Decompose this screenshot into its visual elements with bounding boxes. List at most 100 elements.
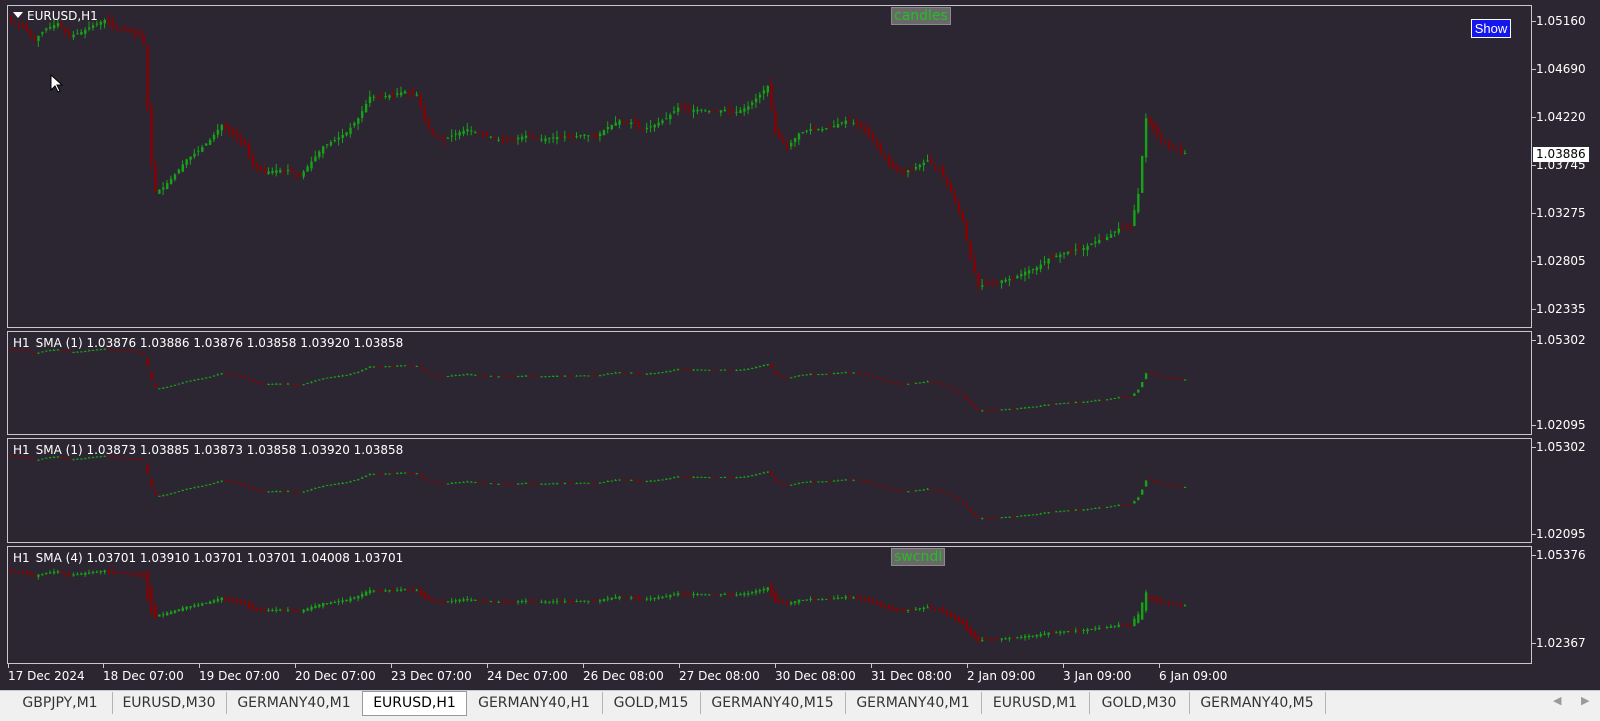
bull-candle: [177, 609, 181, 612]
tab-eurusd-m1[interactable]: EURUSD,M1: [981, 692, 1090, 714]
bull-candle: [645, 481, 649, 483]
bull-candle: [1141, 489, 1144, 495]
bull-candle: [1055, 403, 1058, 405]
bull-candle: [166, 494, 169, 496]
bull-candle: [825, 481, 828, 483]
bear-candle: [294, 491, 298, 493]
bear-candle: [1180, 604, 1183, 606]
symbol-title[interactable]: EURUSD,H1: [13, 9, 98, 23]
bull-candle: [563, 375, 567, 377]
bull-candle: [462, 130, 465, 134]
bull-candle: [520, 600, 524, 603]
bull-candle: [450, 375, 454, 377]
indicator-3-scale[interactable]: 1.05376 1.02367: [1532, 546, 1600, 664]
bear-candle: [957, 499, 961, 501]
bull-candle: [1035, 634, 1039, 637]
time-label: 18 Dec 07:00: [103, 664, 184, 683]
bear-candle: [770, 83, 773, 110]
tab-eurusd-h1[interactable]: EURUSD,H1: [362, 691, 467, 716]
bear-candle: [891, 489, 894, 491]
bear-candle: [431, 374, 434, 376]
bear-candle: [154, 164, 157, 192]
bear-candle: [957, 202, 961, 212]
tab-eurusd-m30[interactable]: EURUSD,M30: [112, 692, 227, 714]
bull-candle: [1137, 390, 1140, 393]
tab-germany40-m1[interactable]: GERMANY40,M1: [226, 692, 363, 714]
main-price-pane[interactable]: EURUSD,H1 candles: [7, 5, 1532, 328]
tab-gold-m30[interactable]: GOLD,M30: [1089, 692, 1190, 714]
tab-gold-m15[interactable]: GOLD,M15: [602, 692, 701, 714]
bull-candle: [470, 599, 473, 601]
tab-scroll-left-icon[interactable]: ◀: [1553, 694, 1561, 707]
bear-candle: [891, 381, 894, 383]
bear-candle: [150, 106, 153, 164]
bull-candle: [918, 489, 922, 491]
bear-candle: [427, 479, 430, 481]
bear-candle: [236, 482, 239, 484]
bear-candle: [13, 571, 17, 573]
bear-candle: [442, 376, 446, 378]
bear-candle: [247, 602, 251, 608]
bull-candle: [271, 609, 274, 611]
tab-germany40-m15[interactable]: GERMANY40,M15: [700, 692, 846, 714]
bull-candle: [220, 124, 223, 131]
bear-candle: [856, 596, 859, 599]
tab-gbpjpy-m1[interactable]: GBPJPY,M1: [8, 692, 113, 714]
bull-candle: [673, 477, 676, 479]
bear-candle: [595, 134, 598, 137]
bull-candle: [275, 491, 278, 493]
bear-candle: [1168, 484, 1171, 486]
bull-candle: [162, 614, 165, 616]
bull-candle: [758, 473, 762, 475]
bull-candle: [540, 139, 543, 141]
bear-candle: [942, 608, 945, 613]
bull-candle: [37, 352, 40, 354]
bull-candle: [704, 369, 707, 371]
bear-candle: [228, 127, 231, 132]
bull-candle: [314, 156, 317, 162]
tab-germany40-h1[interactable]: GERMANY40,H1: [466, 692, 603, 714]
bull-candle: [415, 94, 418, 96]
bear-candle: [946, 178, 949, 185]
indicator-2-scale[interactable]: 1.05302 1.02095: [1532, 438, 1600, 543]
bull-candle: [809, 599, 812, 601]
indicator-pane-2[interactable]: H1 SMA (1) 1.03873 1.03885 1.03873 1.0385…: [7, 438, 1532, 543]
chevron-down-icon[interactable]: [13, 12, 23, 18]
bull-candle: [657, 372, 660, 374]
bear-candle: [485, 374, 489, 376]
bull-candle: [817, 374, 820, 376]
bull-candle: [743, 476, 746, 478]
indicator-pane-1[interactable]: H1 SMA (1) 1.03876 1.03886 1.03876 1.0385…: [7, 331, 1532, 435]
indicator-1-scale[interactable]: 1.05302 1.02095: [1532, 331, 1600, 435]
bull-candle: [520, 483, 524, 485]
bear-candle: [123, 572, 126, 574]
bear-candle: [247, 144, 251, 156]
bull-candle: [329, 602, 333, 604]
bear-candle: [996, 409, 1000, 411]
bull-candle: [84, 29, 87, 34]
bull-candle: [719, 110, 723, 113]
bear-candle: [946, 611, 949, 615]
bear-candle: [953, 389, 957, 391]
bear-candle: [973, 632, 976, 638]
bear-candle: [961, 619, 964, 625]
bear-candle: [875, 141, 879, 147]
mouse-cursor-icon: [50, 74, 64, 93]
bear-candle: [1176, 378, 1179, 380]
bear-candle: [532, 601, 535, 603]
bull-candle: [181, 607, 184, 612]
bear-candle: [154, 491, 157, 495]
show-button[interactable]: Show: [1471, 19, 1511, 38]
indicator-pane-3[interactable]: H1 SMA (4) 1.03701 1.03910 1.03701 1.0370…: [7, 546, 1532, 664]
time-axis[interactable]: 17 Dec 2024 18 Dec 07:00 19 Dec 07:00 20…: [7, 664, 1532, 685]
bear-candle: [571, 135, 574, 137]
chart-window[interactable]: EURUSD,H1 candles Show 1.05160 1.04690 1…: [0, 0, 1600, 690]
bear-candle: [782, 601, 785, 604]
tab-germany40-m5[interactable]: GERMANY40,M5: [1189, 692, 1326, 714]
tab-scroll-right-icon[interactable]: ▶: [1581, 694, 1589, 707]
bear-candle: [903, 169, 906, 173]
bull-candle: [372, 473, 376, 475]
tab-germany40-m1b[interactable]: GERMANY40,M1: [845, 692, 982, 714]
main-price-scale[interactable]: 1.05160 1.04690 1.04220 1.03745 1.03275 …: [1532, 5, 1600, 328]
bear-candle: [431, 598, 434, 601]
